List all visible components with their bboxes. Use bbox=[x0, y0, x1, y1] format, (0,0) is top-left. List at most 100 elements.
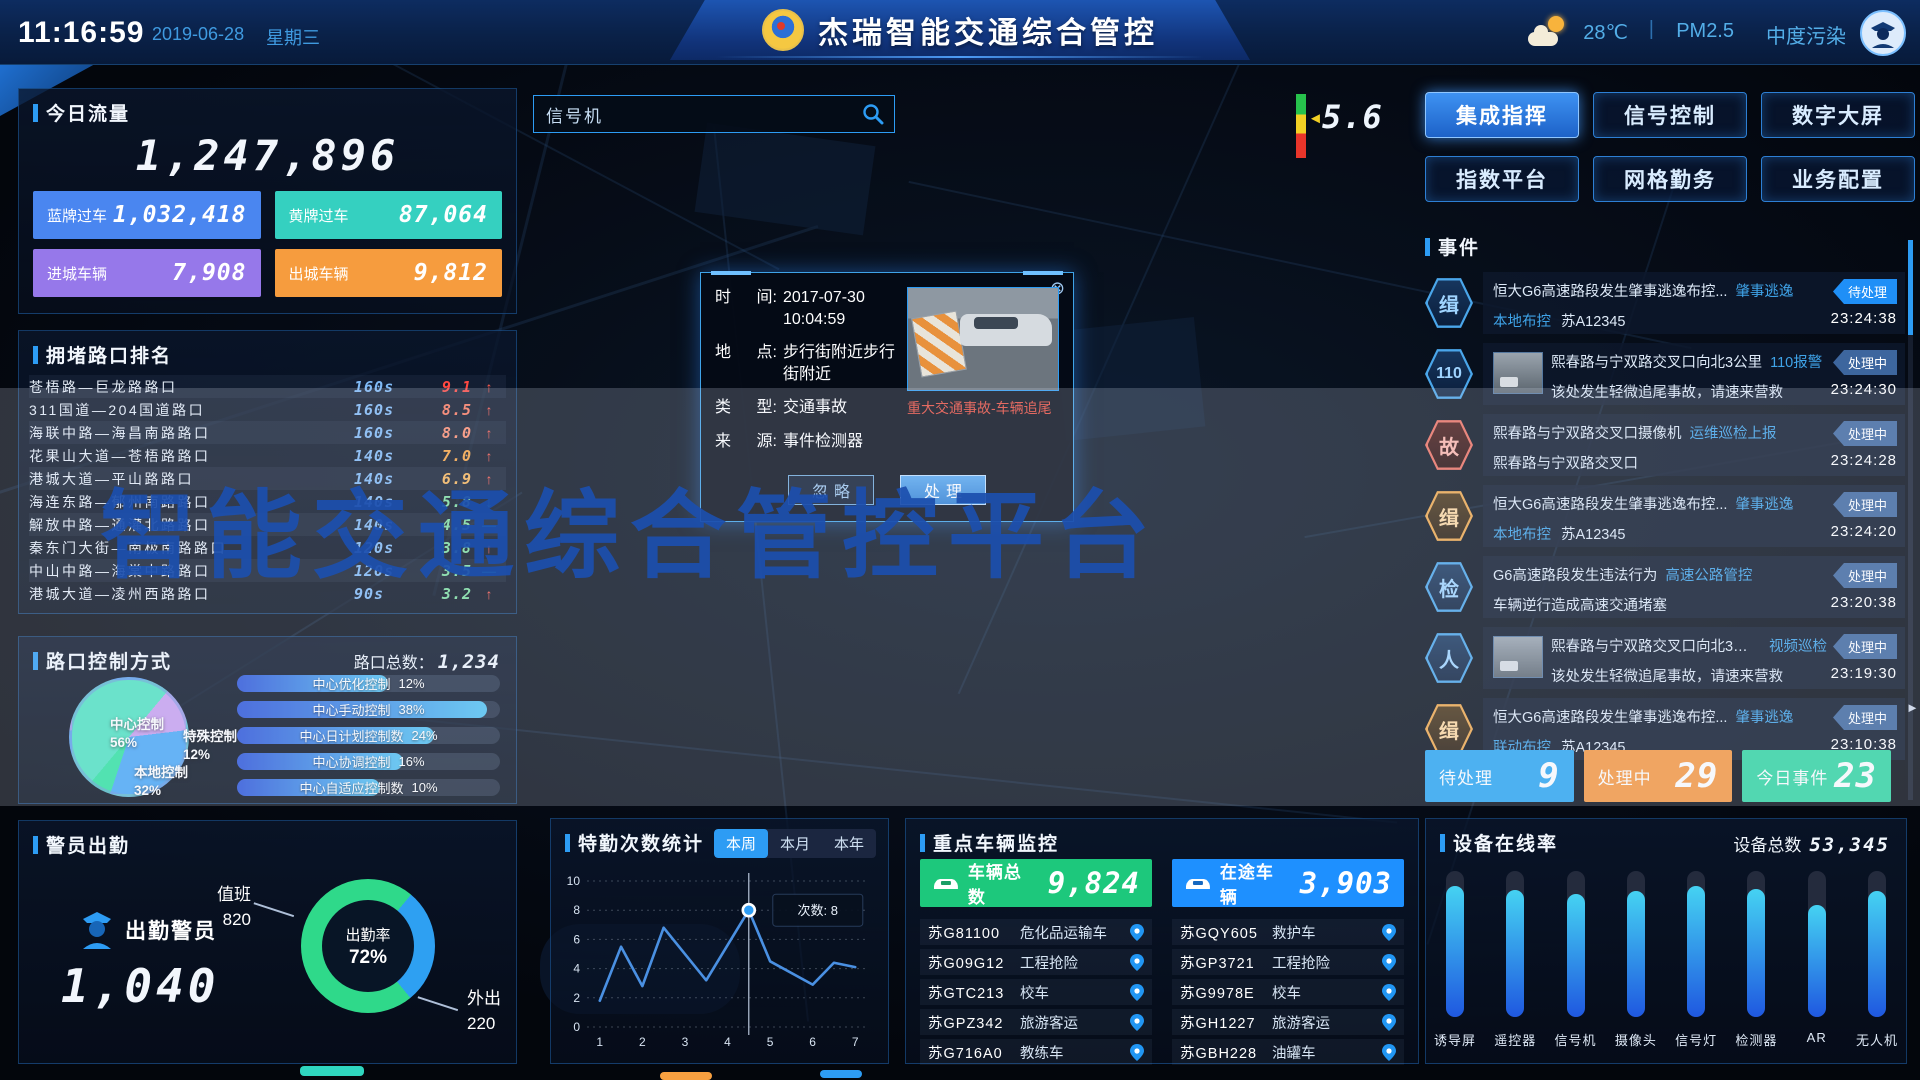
location-pin-icon[interactable] bbox=[1130, 1014, 1144, 1031]
event-tag-link[interactable]: 肇事逃逸 bbox=[1735, 280, 1793, 301]
event-item[interactable]: 人 熙春路与宁双路交叉口向北3公里视频巡检 该处发生轻微追尾事故，请速来营救 处… bbox=[1425, 627, 1905, 689]
weekday: 星期三 bbox=[266, 24, 320, 50]
stat-outbound: 出城车辆9,812 bbox=[275, 249, 503, 297]
svg-text:0: 0 bbox=[573, 1020, 580, 1034]
congestion-row[interactable]: 秦东门大街—南极南路路口120s3.8↑ bbox=[29, 536, 506, 559]
panel-congestion-ranking: 拥堵路口排名 苍梧路—巨龙路路口160s9.1↑ 311国道—204国道路口16… bbox=[18, 330, 517, 614]
congestion-row[interactable]: 解放中路—通灌北路路口140s4.5— bbox=[29, 513, 506, 536]
event-tag-link[interactable]: 肇事逃逸 bbox=[1735, 493, 1793, 514]
police-officer-icon bbox=[79, 907, 115, 949]
location-pin-icon[interactable] bbox=[1382, 1014, 1396, 1031]
pager-arrow-icon[interactable]: ► bbox=[1906, 700, 1919, 715]
control-bar: 中心自适应控制数10% bbox=[237, 779, 500, 796]
event-tag-link[interactable]: 肇事逃逸 bbox=[1735, 706, 1793, 727]
location-pin-icon[interactable] bbox=[1130, 1044, 1144, 1061]
stat-processing: 处理中29 bbox=[1584, 750, 1733, 802]
control-bar: 中心日计划控制数24% bbox=[237, 727, 500, 744]
pie-label: 中心控制56% bbox=[74, 716, 146, 734]
event-item[interactable]: 故 熙春路与宁双路交叉口摄像机运维巡检上报 熙春路与宁双路交叉口 处理中 23:… bbox=[1425, 414, 1905, 476]
location-pin-icon[interactable] bbox=[1382, 1044, 1396, 1061]
congestion-row[interactable]: 海联中路—海昌南路路口160s8.0↑ bbox=[29, 421, 506, 444]
control-bar: 中心优化控制12% bbox=[237, 675, 500, 692]
separator: | bbox=[1649, 18, 1654, 41]
vehicle-row[interactable]: 苏G81100危化品运输车 bbox=[920, 919, 1152, 945]
event-tag-link[interactable]: 视频巡检 bbox=[1769, 635, 1827, 656]
pollution-level: 中度污染 bbox=[1766, 20, 1846, 49]
trend-icon: ↑ bbox=[472, 471, 506, 487]
nav-business-config[interactable]: 业务配置 bbox=[1761, 156, 1915, 202]
trend-icon: — bbox=[472, 563, 506, 579]
vehicle-row[interactable]: 苏G716A0教练车 bbox=[920, 1039, 1152, 1065]
location-pin-icon[interactable] bbox=[1382, 954, 1396, 971]
popup-row-type: 类型:交通事故 bbox=[715, 397, 895, 419]
location-pin-icon[interactable] bbox=[1130, 924, 1144, 941]
device-bar bbox=[1747, 871, 1765, 1017]
status-badge: 处理中 bbox=[1833, 350, 1897, 375]
panel-key-vehicles: 重点车辆监控 车辆总数9,824 在途车辆3,903 苏G81100危化品运输车… bbox=[905, 818, 1419, 1064]
ignore-button[interactable]: 忽略 bbox=[788, 475, 874, 505]
legend-on-duty: 值班820 bbox=[207, 883, 251, 932]
panel-today-flow: 今日流量 1,247,896 蓝牌过车1,032,418 黄牌过车87,064 … bbox=[18, 88, 517, 314]
vehicle-row[interactable]: 苏GTC213校车 bbox=[920, 979, 1152, 1005]
vehicle-row[interactable]: 苏GH1227旅游客运 bbox=[1172, 1009, 1404, 1035]
nav-digital-screen[interactable]: 数字大屏 bbox=[1761, 92, 1915, 138]
tab-this-month[interactable]: 本月 bbox=[768, 829, 822, 858]
congestion-row[interactable]: 中山中路—海棠中路路口120s3.5— bbox=[29, 559, 506, 582]
events-scrollbar[interactable] bbox=[1908, 240, 1913, 800]
event-tag-link[interactable]: 110报警 bbox=[1770, 351, 1822, 372]
nav-integrated-command[interactable]: 集成指挥 bbox=[1425, 92, 1579, 138]
vehicle-row[interactable]: 苏G9978E校车 bbox=[1172, 979, 1404, 1005]
panel-title: 拥堵路口排名 bbox=[33, 341, 172, 368]
congestion-row[interactable]: 苍梧路—巨龙路路口160s9.1↑ bbox=[29, 375, 506, 398]
location-pin-icon[interactable] bbox=[1382, 924, 1396, 941]
car-icon bbox=[1184, 874, 1212, 892]
svg-text:6: 6 bbox=[809, 1035, 816, 1049]
location-pin-icon[interactable] bbox=[1382, 984, 1396, 1001]
status-badge: 待处理 bbox=[1833, 279, 1897, 304]
search-icon[interactable] bbox=[862, 103, 884, 125]
panel-events: 事件 缉 恒大G6高速路段发生肇事逃逸布控...肇事逃逸 本地布控苏A12345… bbox=[1425, 233, 1905, 802]
congestion-row[interactable]: 港城大道—凌州西路路口90s3.2↑ bbox=[29, 582, 506, 605]
search-input[interactable] bbox=[534, 104, 862, 124]
congestion-row[interactable]: 港城大道—平山路路口140s6.9↑ bbox=[29, 467, 506, 490]
event-thumbnail[interactable] bbox=[1493, 636, 1543, 678]
event-item[interactable]: 110 熙春路与宁双路交叉口向北3公里110报警 该处发生轻微追尾事故，请速来营… bbox=[1425, 343, 1905, 405]
vehicle-row[interactable]: 苏GQY605救护车 bbox=[1172, 919, 1404, 945]
tab-this-week[interactable]: 本周 bbox=[714, 829, 768, 858]
svg-text:8: 8 bbox=[573, 903, 580, 917]
event-item[interactable]: 检 G6高速路段发生违法行为高速公路管控 车辆逆行造成高速交通堵塞 处理中 23… bbox=[1425, 556, 1905, 618]
vehicle-row[interactable]: 苏GP3721工程抢险 bbox=[1172, 949, 1404, 975]
event-badge-pursuit: 缉 bbox=[1425, 489, 1473, 543]
congestion-row[interactable]: 311国道—204国道路口160s8.5↑ bbox=[29, 398, 506, 421]
event-item[interactable]: 缉 恒大G6高速路段发生肇事逃逸布控...肇事逃逸 本地布控苏A12345 处理… bbox=[1425, 485, 1905, 547]
device-label: AR bbox=[1794, 1030, 1840, 1049]
nav-signal-control[interactable]: 信号控制 bbox=[1593, 92, 1747, 138]
event-tag-link[interactable]: 运维巡检上报 bbox=[1690, 422, 1777, 443]
event-badge-pursuit: 缉 bbox=[1425, 702, 1473, 756]
tab-this-year[interactable]: 本年 bbox=[822, 829, 876, 858]
event-item[interactable]: 缉 恒大G6高速路段发生肇事逃逸布控...肇事逃逸 本地布控苏A12345 待处… bbox=[1425, 272, 1905, 334]
location-pin-icon[interactable] bbox=[1130, 984, 1144, 1001]
congestion-row[interactable]: 花果山大道—苍梧路路口140s7.0↑ bbox=[29, 444, 506, 467]
vehicle-row[interactable]: 苏GBH228油罐车 bbox=[1172, 1039, 1404, 1065]
nav-grid-duty[interactable]: 网格勤务 bbox=[1593, 156, 1747, 202]
search-box bbox=[533, 95, 895, 133]
panel-title: 重点车辆监控 bbox=[920, 829, 1059, 856]
congestion-row[interactable]: 海连东路—郁州南路路口140s5.8↓ bbox=[29, 490, 506, 513]
temperature: 28℃ bbox=[1583, 20, 1628, 45]
trend-icon: — bbox=[472, 517, 506, 533]
accident-photo[interactable] bbox=[907, 287, 1059, 391]
event-thumbnail[interactable] bbox=[1493, 352, 1543, 394]
vehicle-row[interactable]: 苏G09G12工程抢险 bbox=[920, 949, 1152, 975]
car-icon bbox=[932, 874, 960, 892]
handle-button[interactable]: 处理 bbox=[900, 475, 986, 505]
nav-index-platform[interactable]: 指数平台 bbox=[1425, 156, 1579, 202]
stat-today-events: 今日事件23 bbox=[1742, 750, 1891, 802]
scrollbar-thumb[interactable] bbox=[1908, 240, 1913, 335]
location-pin-icon[interactable] bbox=[1130, 954, 1144, 971]
vehicle-row[interactable]: 苏GPZ342旅游客运 bbox=[920, 1009, 1152, 1035]
event-tag-link[interactable]: 高速公路管控 bbox=[1665, 564, 1752, 585]
status-badge: 处理中 bbox=[1833, 492, 1897, 517]
user-avatar[interactable] bbox=[1860, 10, 1906, 56]
device-label: 信号灯 bbox=[1673, 1030, 1719, 1049]
